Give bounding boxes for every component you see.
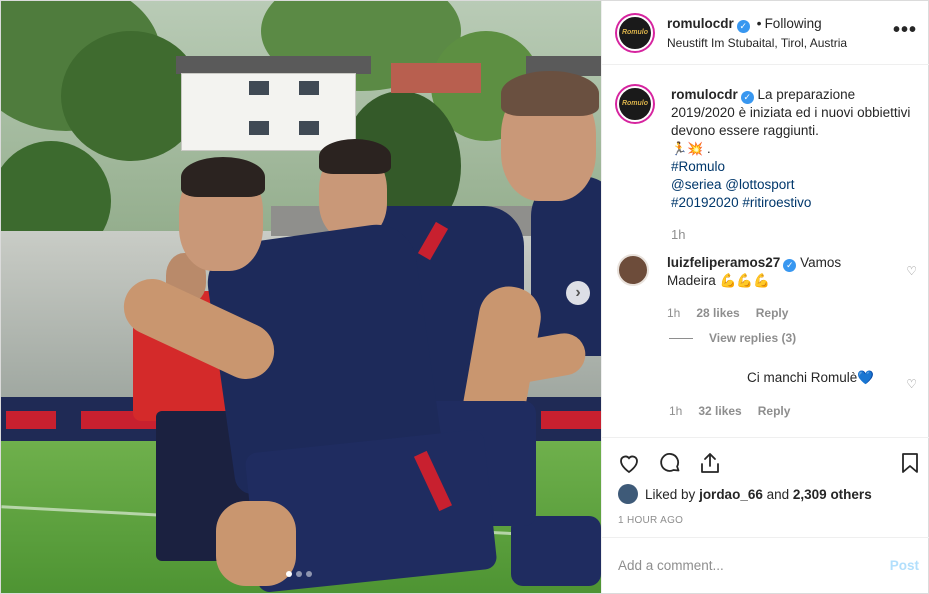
post-comment-button[interactable]: Post [890,558,919,573]
chevron-right-icon: › [575,284,581,301]
comment-item: luizfeliperamos27 ✓ Vamos Madeira 💪💪💪 1h … [617,254,917,322]
hashtag-link[interactable]: #ritiroestivo [742,195,811,210]
commenter-avatar[interactable] [617,254,649,286]
carousel-dot [306,571,312,577]
post-caption: Romulo romulocdr ✓ La preparazione 2019/2… [617,86,911,244]
caption-emojis: 🏃💥 . [671,141,711,156]
comment-likes[interactable]: 28 likes [696,304,739,322]
post-sidebar: Romulo romulocdr ✓ • Following Neustift Im… [601,1,929,593]
bookmark-icon[interactable] [897,450,923,476]
comment-body: luizfeliperamos27 ✓ Vamos Madeira 💪💪💪 1h … [667,254,887,322]
separator-dot: • [756,15,762,31]
post-timestamp[interactable]: 1 HOUR AGO [618,515,683,526]
avatar-logo-text: Romulo [621,28,649,36]
instagram-post: › Romulo romulocdr ✓ • Following Neustift … [0,0,929,594]
player-shorts [511,516,601,586]
post-actions: Liked by jordao_66 and 2,309 others 1 HO… [602,437,929,537]
replies-divider [669,337,693,339]
heart-icon[interactable] [616,450,642,476]
comment-icon[interactable] [657,450,683,476]
likes-summary[interactable]: Liked by jordao_66 and 2,309 others [618,484,872,504]
comment-like-heart-icon[interactable]: ♡ [906,377,917,391]
caption-author-avatar[interactable]: Romulo [617,86,653,122]
tree [61,31,201,161]
mention-link[interactable]: @seriea [671,177,721,192]
verified-badge-icon: ✓ [783,259,797,272]
house-roof [176,56,371,74]
liked-by-and: and [766,486,790,502]
reply-button[interactable]: Reply [758,404,791,418]
hashtag-link[interactable]: #20192020 [671,195,739,210]
caption-time[interactable]: 1h [671,226,911,244]
comments-section[interactable]: Romulo romulocdr ✓ La preparazione 2019/2… [602,66,929,436]
caption-body: romulocdr ✓ La preparazione 2019/2020 è i… [671,86,911,244]
liked-by-others[interactable]: 2,309 others [793,487,872,502]
carousel-dot [296,571,302,577]
comment-meta: 1h 28 likes Reply [667,304,887,322]
reply-time[interactable]: 1h [669,404,682,418]
player-leg [216,501,296,586]
more-horizontal-icon[interactable]: ••• [893,19,917,42]
house-window [249,81,269,95]
liked-by-prefix: Liked by [645,486,696,502]
player-hair [181,157,265,197]
comment-time[interactable]: 1h [667,304,680,322]
author-avatar[interactable]: Romulo [617,14,653,51]
player-hair [319,139,391,174]
liker-avatar[interactable] [618,484,638,504]
post-location[interactable]: Neustift Im Stubaital, Tirol, Austria [667,36,847,50]
caption-username[interactable]: romulocdr [671,87,738,102]
house-window [299,121,319,135]
banner-logo [6,411,56,429]
post-photo[interactable]: › [1,1,601,593]
player-shirt [531,176,601,356]
reply-button[interactable]: Reply [756,304,789,322]
view-replies-button[interactable]: View replies (3) [669,331,796,345]
house-window [249,121,269,135]
mention-link[interactable]: @lottosport [725,177,794,192]
verified-badge-icon: ✓ [736,20,750,33]
verified-badge-icon: ✓ [740,91,754,104]
banner-logo [541,411,601,429]
view-replies-label: View replies (3) [709,331,797,345]
carousel-indicator [286,571,312,577]
author-info: romulocdr ✓ • Following Neustift Im Stubai… [667,15,847,50]
avatar-logo-text: Romulo [621,100,649,107]
player-hair [501,71,599,116]
post-header: Romulo romulocdr ✓ • Following Neustift Im… [602,1,929,65]
reply-comment-text: Ci manchi Romulè💙 [747,370,875,385]
share-icon[interactable] [697,450,723,476]
liked-by-user[interactable]: jordao_66 [699,487,763,502]
reply-meta: 1h 32 likes Reply [669,404,790,418]
commenter-username[interactable]: luizfeliperamos27 [667,255,780,270]
hashtag-link[interactable]: #Romulo [671,158,911,176]
carousel-dot [286,571,292,577]
comment-input[interactable] [618,558,868,573]
house-window [299,81,319,95]
house-roof [391,63,481,93]
follow-status-button[interactable]: Following [765,16,822,31]
comment-composer: Post [602,537,929,593]
reply-likes[interactable]: 32 likes [698,404,741,418]
author-username[interactable]: romulocdr [667,16,734,31]
carousel-next-button[interactable]: › [566,281,590,305]
comment-like-heart-icon[interactable]: ♡ [906,264,917,278]
